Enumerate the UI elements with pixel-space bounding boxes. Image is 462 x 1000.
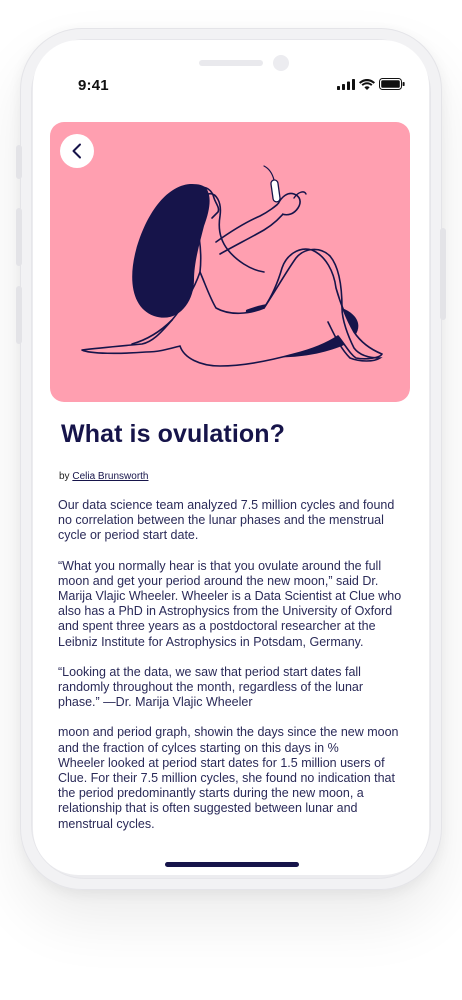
article-paragraph: Our data science team analyzed 7.5 milli… — [58, 498, 395, 543]
signal-icon — [337, 78, 355, 90]
article-paragraph: “What you normally hear is that you ovul… — [58, 558, 402, 649]
hero-banner — [50, 122, 410, 402]
battery-icon — [379, 78, 405, 90]
volume-up-button — [16, 208, 22, 266]
phone-screen: 9:41 What is ovulation? by Celia Brunswo… — [33, 40, 429, 875]
article-paragraph: moon and period graph, showin the days s… — [58, 725, 399, 755]
article-body: Our data science team analyzed 7.5 milli… — [58, 498, 408, 847]
chevron-left-icon — [72, 143, 81, 159]
back-button[interactable] — [60, 134, 94, 168]
wifi-icon — [359, 78, 375, 90]
article-title: What is ovulation? — [61, 420, 286, 448]
status-icons — [337, 78, 405, 90]
woman-holding-tampon-illustration — [81, 165, 383, 367]
volume-down-button — [16, 286, 22, 344]
author-link[interactable]: Celia Brunsworth — [72, 471, 148, 482]
article-paragraph: “Looking at the data, we saw that period… — [58, 664, 364, 710]
power-button — [440, 228, 446, 320]
mute-switch — [16, 145, 22, 179]
byline-prefix: by — [59, 471, 73, 482]
article-paragraph: Wheeler looked at period start dates for… — [58, 755, 395, 831]
front-camera — [273, 55, 289, 71]
home-indicator[interactable] — [165, 862, 299, 867]
speaker-grille — [199, 60, 263, 66]
status-time: 9:41 — [78, 77, 109, 94]
byline: by Celia Brunsworth — [59, 471, 149, 482]
